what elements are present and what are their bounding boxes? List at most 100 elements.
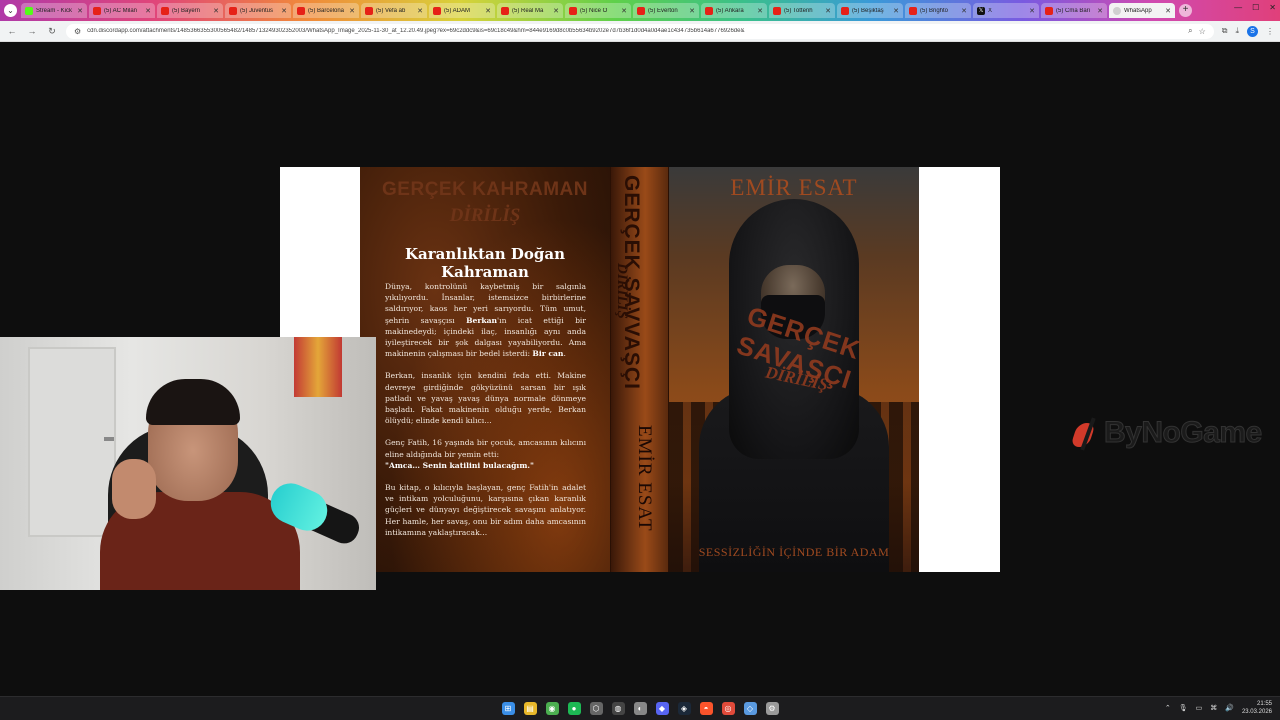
- webcam-flag: [294, 337, 342, 397]
- browser-tab[interactable]: (5) Barcelona ✕: [293, 3, 359, 18]
- youtube-icon: [569, 6, 577, 15]
- windows-start-icon[interactable]: ⊞: [501, 702, 515, 715]
- youtube-icon: [501, 6, 509, 15]
- close-tab-icon[interactable]: ✕: [145, 7, 151, 15]
- mic-tray-icon[interactable]: 🎙: [1179, 704, 1188, 712]
- youtube-icon: [773, 6, 781, 15]
- back-icon[interactable]: ←: [6, 26, 18, 36]
- tab-title: (5) Juventus: [240, 7, 274, 14]
- close-tab-icon[interactable]: ✕: [77, 7, 83, 15]
- browser-tab[interactable]: 𝕏 X ✕: [973, 3, 1039, 18]
- front-cover-author: EMİR ESAT: [730, 175, 858, 200]
- zoom-icon[interactable]: ⌕: [1188, 26, 1192, 36]
- discord-icon[interactable]: ◆: [655, 702, 669, 715]
- youtube-icon: [433, 6, 441, 15]
- file-explorer-icon[interactable]: ▤: [523, 702, 537, 715]
- close-tab-icon[interactable]: ✕: [281, 7, 287, 15]
- close-tab-icon[interactable]: ✕: [893, 7, 899, 15]
- tab-title: (5) Vefa ab: [376, 7, 406, 14]
- close-tab-icon[interactable]: ✕: [485, 7, 491, 15]
- close-tab-icon[interactable]: ✕: [961, 7, 967, 15]
- browser-menu-icon[interactable]: ⋮: [1266, 27, 1274, 36]
- new-tab-button[interactable]: +: [1179, 4, 1192, 17]
- app-icon[interactable]: ◎: [721, 702, 735, 715]
- forward-icon[interactable]: →: [26, 26, 38, 36]
- tab-title: (5) Everton: [648, 7, 678, 14]
- brave-icon[interactable]: ◓: [699, 702, 713, 715]
- tab-title: (5) Barcelona: [308, 7, 345, 14]
- close-tab-icon[interactable]: ✕: [825, 7, 831, 15]
- extensions-icon[interactable]: ⧉: [1222, 26, 1228, 36]
- close-tab-icon[interactable]: ✕: [213, 7, 219, 15]
- watermark-text: ByNoGame: [1104, 416, 1263, 450]
- tab-title: (5) AC Milan: [104, 7, 138, 14]
- url-text: cdn.discordapp.com/attachments/148536635…: [87, 28, 745, 34]
- site-info-icon[interactable]: ⚙: [74, 27, 81, 36]
- streamer-hand: [112, 459, 156, 519]
- browser-tab[interactable]: (5) Vefa ab ✕: [361, 3, 427, 18]
- clock[interactable]: 21:55 23.03.2026: [1242, 700, 1272, 716]
- close-tab-icon[interactable]: ✕: [689, 7, 695, 15]
- youtube-icon: [93, 6, 101, 15]
- github-icon[interactable]: ◐: [633, 702, 647, 715]
- close-tab-icon[interactable]: ✕: [1029, 7, 1035, 15]
- gear-icon[interactable]: ⚙: [765, 702, 779, 715]
- front-cover-tagline: SESSİZLİĞİN İÇİNDE BİR ADAM: [698, 545, 890, 559]
- browser-tab[interactable]: (5) Bayern ✕: [157, 3, 223, 18]
- chrome-icon[interactable]: ◉: [545, 702, 559, 715]
- browser-tab[interactable]: (5) Real Ma ✕: [497, 3, 563, 18]
- close-tab-icon[interactable]: ✕: [1165, 7, 1171, 15]
- spotify-icon[interactable]: ●: [567, 702, 581, 715]
- window-controls: — ☐ ✕: [1234, 3, 1276, 12]
- display-icon[interactable]: ▭: [1196, 704, 1203, 712]
- browser-tab[interactable]: (5) ADAM ✕: [429, 3, 495, 18]
- volume-icon[interactable]: 🔊: [1225, 704, 1234, 712]
- youtube-icon: [1045, 6, 1053, 15]
- profile-avatar[interactable]: S: [1247, 25, 1258, 37]
- close-tab-icon[interactable]: ✕: [417, 7, 423, 15]
- browser-tab[interactable]: (5) Everton ✕: [633, 3, 699, 18]
- tab-title: (5) Beşiktaş: [852, 7, 884, 14]
- browser-tab[interactable]: (5) Beşiktaş ✕: [837, 3, 903, 18]
- steam-icon[interactable]: ◈: [677, 702, 691, 715]
- close-tab-icon[interactable]: ✕: [1097, 7, 1103, 15]
- bynogame-logo-icon: [1070, 415, 1100, 451]
- tray-chevron-icon[interactable]: ⌃: [1165, 704, 1171, 712]
- clock-date: 23.03.2026: [1241, 709, 1272, 715]
- youtube-icon: [161, 6, 169, 15]
- browser-tab[interactable]: (5) Brighto ✕: [905, 3, 971, 18]
- browser-tab[interactable]: (5) Cma Bari ✕: [1041, 3, 1107, 18]
- minimize-icon[interactable]: —: [1234, 3, 1242, 12]
- settings-hex-icon[interactable]: ⬡: [589, 702, 603, 715]
- maximize-icon[interactable]: ☐: [1252, 3, 1259, 12]
- browser-tab[interactable]: WhatsApp ✕: [1109, 3, 1175, 18]
- downloads-icon[interactable]: ⤓: [1235, 26, 1239, 36]
- bookmark-star-icon[interactable]: ☆: [1199, 27, 1206, 36]
- back-cover-subtitle: DİRİLİŞ: [449, 205, 521, 226]
- book-cover-image: GERÇEK KAHRAMAN DİRİLİŞ Karanlıktan Doğa…: [360, 167, 919, 572]
- close-tab-icon[interactable]: ✕: [621, 7, 627, 15]
- obs-icon[interactable]: ◍: [611, 702, 625, 715]
- network-icon[interactable]: ◇: [743, 702, 757, 715]
- tab-title: (5) Bayern: [172, 7, 201, 14]
- tab-title: X: [988, 7, 993, 14]
- close-tab-icon[interactable]: ✕: [553, 7, 559, 15]
- tab-search-icon[interactable]: ⌄: [4, 4, 17, 17]
- system-tray: ⌃ 🎙 ▭ ⌘ 🔊 21:55 23.03.2026: [1165, 700, 1272, 716]
- close-window-icon[interactable]: ✕: [1269, 3, 1276, 12]
- close-tab-icon[interactable]: ✕: [349, 7, 355, 15]
- image-frame: GERÇEK KAHRAMAN DİRİLİŞ Karanlıktan Doğa…: [280, 167, 1000, 572]
- network-tray-icon[interactable]: ⌘: [1210, 704, 1217, 712]
- reload-icon[interactable]: ↻: [46, 26, 58, 37]
- browser-tab[interactable]: Stream - Kick ✕: [21, 3, 87, 18]
- book-spine: GERÇEK SAVVAŞÇI DİRİLİŞ EMİR ESAT: [610, 167, 669, 572]
- browser-tab[interactable]: (5) Nice O ✕: [565, 3, 631, 18]
- youtube-icon: [637, 6, 645, 15]
- browser-tab[interactable]: (5) Ankara ✕: [701, 3, 767, 18]
- browser-tab[interactable]: (5) Tottenh ✕: [769, 3, 835, 18]
- back-cover: GERÇEK KAHRAMAN DİRİLİŞ Karanlıktan Doğa…: [360, 167, 610, 572]
- address-bar[interactable]: ⚙ cdn.discordapp.com/attachments/1485366…: [66, 23, 1214, 39]
- close-tab-icon[interactable]: ✕: [757, 7, 763, 15]
- browser-tab[interactable]: (5) Juventus ✕: [225, 3, 291, 18]
- browser-tab[interactable]: (5) AC Milan ✕: [89, 3, 155, 18]
